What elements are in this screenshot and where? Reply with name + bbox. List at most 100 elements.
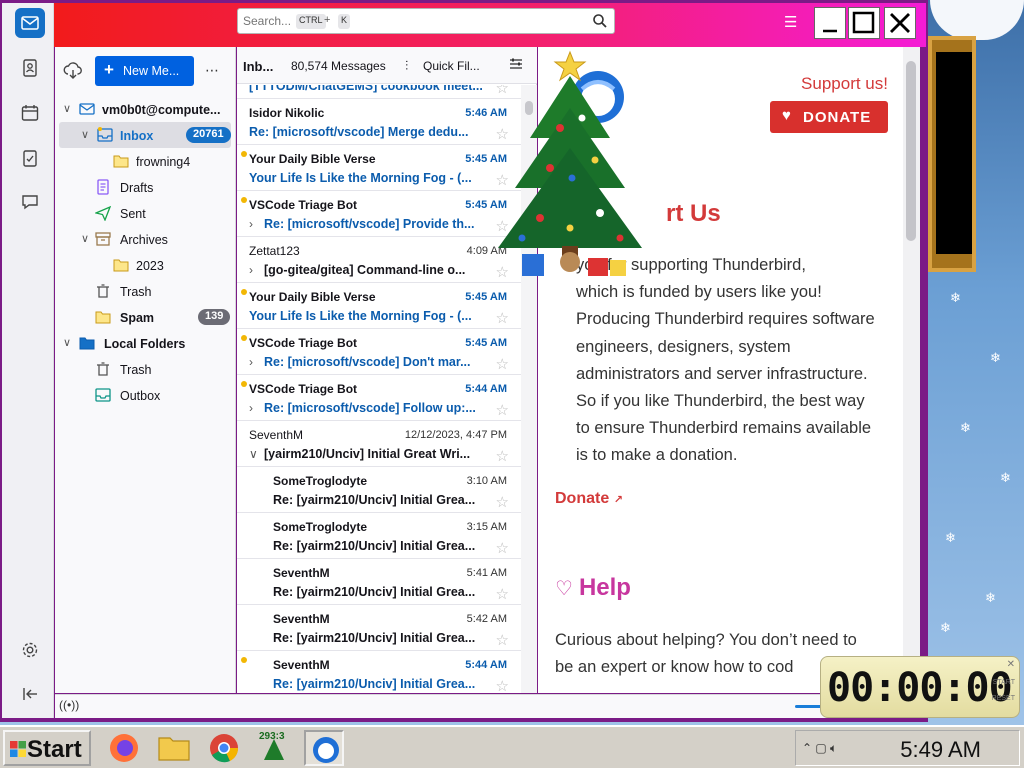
message-row[interactable]: SeventhM 5:41 AM Re: [yairm210/Unciv] In… — [237, 559, 521, 605]
search-input[interactable] — [243, 14, 293, 28]
reading-pane-scrollbar[interactable] — [903, 47, 920, 693]
message-row[interactable]: SomeTroglodyte 3:15 AM Re: [yairm210/Unc… — [237, 513, 521, 559]
settings-space-button[interactable] — [15, 635, 45, 665]
message-row[interactable]: VSCode Triage Bot 5:45 AM › Re: [microso… — [237, 329, 521, 375]
folder-label: 2023 — [136, 259, 164, 273]
clock[interactable]: 5:49 AM — [900, 737, 981, 763]
calendar-icon — [21, 105, 39, 121]
new-message-button[interactable]: + New Me... — [95, 56, 194, 86]
calendar-space-button[interactable] — [15, 98, 45, 128]
search-icon[interactable] — [592, 13, 608, 29]
maximize-button[interactable] — [848, 7, 880, 39]
local-folder-outbox[interactable]: Outbox — [55, 382, 235, 408]
tree-gadget-taskbar-button[interactable]: 293:3 — [254, 730, 294, 766]
message-subject: [go-gitea/gitea] Command-line o... — [264, 263, 466, 277]
message-sender: SeventhM — [273, 612, 330, 626]
folder-inbox[interactable]: ∨ Inbox 20761 — [59, 122, 231, 148]
new-message-label: New Me... — [123, 64, 180, 78]
stopwatch-reset-button[interactable]: RESET — [992, 695, 1015, 702]
chevron-down-icon[interactable]: ∨ — [81, 128, 93, 141]
message-subject: Re: [microsoft/vscode] Don't mar... — [264, 355, 471, 369]
chevron-right-icon[interactable]: › — [249, 217, 253, 231]
drafts-icon — [97, 179, 109, 195]
folder-trash[interactable]: Trash — [55, 278, 235, 304]
app-menu-icon[interactable]: ☰ — [784, 13, 800, 31]
local-folder-trash[interactable]: Trash — [55, 356, 235, 382]
tasks-space-button[interactable] — [15, 143, 45, 173]
chevron-down-icon[interactable]: ∨ — [63, 336, 75, 349]
mail-space-button[interactable] — [15, 8, 45, 38]
message-row[interactable]: SeventhM 5:44 AM Re: [yairm210/Unciv] In… — [237, 651, 521, 693]
star-icon[interactable]: ☆ — [496, 447, 509, 465]
file-explorer-taskbar-button[interactable] — [154, 730, 194, 766]
folder-label: Outbox — [120, 389, 161, 403]
outbox-icon — [95, 388, 111, 402]
account-row[interactable]: ∨ vm0b0t@compute... — [55, 96, 235, 122]
firefox-icon — [110, 734, 138, 762]
stopwatch-display: 00:00:00 — [827, 665, 1013, 711]
folder-drafts[interactable]: Drafts — [55, 174, 235, 200]
stopwatch-start-button[interactable]: START — [993, 679, 1015, 686]
chrome-taskbar-button[interactable] — [204, 730, 244, 766]
message-row[interactable]: VSCode Triage Bot 5:44 AM › Re: [microso… — [237, 375, 521, 421]
tray-icons[interactable]: ⌃ ▢ 🔈︎ — [802, 741, 837, 756]
snowflake-icon: ❄ — [1000, 470, 1011, 485]
message-subject: Re: [microsoft/vscode] Merge dedu... — [249, 125, 469, 139]
star-icon[interactable]: ☆ — [496, 493, 509, 511]
collapse-icon — [23, 688, 37, 700]
address-book-space-button[interactable] — [15, 53, 45, 83]
snowflake-icon: ❄ — [940, 620, 951, 635]
folder-archives[interactable]: ∨ Archives — [55, 226, 235, 252]
folder-icon — [95, 311, 111, 324]
global-search[interactable]: CTRL + K — [237, 8, 615, 34]
collapse-spaces-button[interactable] — [15, 679, 45, 709]
folder-2023[interactable]: 2023 — [55, 252, 235, 278]
chevron-down-icon[interactable]: ∨ — [249, 447, 258, 461]
message-subject: Re: [yairm210/Unciv] Initial Grea... — [273, 585, 476, 599]
account-mail-icon — [79, 103, 95, 115]
chevron-right-icon[interactable]: › — [249, 263, 253, 277]
snowflake-icon: ❄ — [950, 290, 961, 305]
message-row[interactable]: SomeTroglodyte 3:10 AM Re: [yairm210/Unc… — [237, 467, 521, 513]
message-row[interactable]: Your Daily Bible Verse 5:45 AM Your Life… — [237, 283, 521, 329]
heart-hands-icon: ♡ — [555, 578, 573, 600]
trash-icon — [97, 362, 109, 376]
chevron-down-icon[interactable]: ∨ — [81, 232, 93, 245]
message-sender: SomeTroglodyte — [273, 474, 368, 488]
star-icon[interactable]: ☆ — [496, 401, 509, 419]
support-us-link[interactable]: Support us! — [801, 74, 888, 94]
minimize-button[interactable] — [814, 7, 846, 39]
thunderbird-taskbar-button[interactable] — [304, 730, 344, 766]
message-time: 5:44 AM — [465, 659, 507, 671]
message-row[interactable]: SeventhM 12/12/2023, 4:47 PM ∨ [yairm210… — [237, 421, 521, 467]
star-icon[interactable]: ☆ — [496, 355, 509, 373]
folder-frowning4[interactable]: frowning4 — [55, 148, 235, 174]
quick-filter-icon[interactable]: ⫶ — [405, 58, 408, 74]
donate-link[interactable]: Donate ↗ — [555, 490, 623, 508]
folder-pane-menu-button[interactable]: ⋯ — [205, 62, 219, 79]
star-icon[interactable]: ☆ — [496, 631, 509, 649]
folder-sent[interactable]: Sent — [55, 200, 235, 226]
message-subject: Re: [microsoft/vscode] Provide th... — [264, 217, 475, 231]
chat-space-button[interactable] — [15, 187, 45, 217]
close-button[interactable] — [884, 7, 916, 39]
chevron-right-icon[interactable]: › — [249, 355, 253, 369]
star-icon[interactable]: ☆ — [496, 677, 509, 693]
message-row[interactable]: SeventhM 5:42 AM Re: [yairm210/Unciv] In… — [237, 605, 521, 651]
firefox-taskbar-button[interactable] — [104, 730, 144, 766]
chevron-right-icon[interactable]: › — [249, 401, 253, 415]
star-icon[interactable]: ☆ — [496, 309, 509, 327]
message-time: 5:41 AM — [466, 567, 507, 579]
message-sender: SeventhM — [273, 566, 330, 580]
star-icon[interactable]: ☆ — [496, 539, 509, 557]
online-status-icon[interactable]: ((•)) — [59, 698, 79, 712]
close-icon[interactable]: ✕ — [1007, 659, 1015, 670]
chevron-down-icon[interactable]: ∨ — [63, 102, 75, 115]
system-tray: ⌃ ▢ 🔈︎ 5:49 AM — [795, 730, 1020, 766]
donate-button[interactable]: ♥ DONATE — [770, 101, 888, 133]
start-button[interactable]: Start — [3, 730, 91, 766]
folder-spam[interactable]: Spam 139 — [55, 304, 235, 330]
local-folders-row[interactable]: ∨ Local Folders — [55, 330, 235, 356]
get-messages-icon[interactable] — [63, 61, 83, 81]
star-icon[interactable]: ☆ — [496, 585, 509, 603]
